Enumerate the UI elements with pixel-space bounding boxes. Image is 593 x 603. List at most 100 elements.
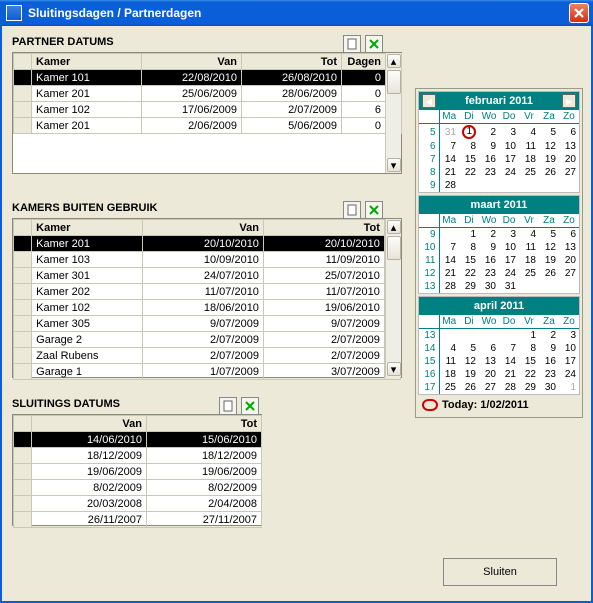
cal-day[interactable]: 15 [459,254,479,267]
cal-day[interactable]: 17 [559,355,579,368]
cal-day[interactable]: 7 [499,342,519,355]
cal-day[interactable]: 3 [499,124,519,141]
cal-day[interactable]: 15 [519,355,539,368]
cal-day[interactable]: 28 [499,381,519,394]
scrollbar[interactable]: ▴▾ [385,219,401,377]
cal-day[interactable]: 9 [539,342,559,355]
cal-day[interactable]: 2 [479,124,499,141]
cal-day[interactable]: 22 [519,368,539,381]
table-row[interactable]: Zaal Rubens2/07/20092/07/2009 [14,348,401,364]
cal-day[interactable]: 24 [559,368,579,381]
table-row[interactable]: Kamer 10217/06/20092/07/20096 [14,102,402,118]
cal-day[interactable]: 11 [439,355,459,368]
cal-prev-button[interactable]: ◂ [422,94,436,108]
table-row[interactable]: Kamer 20125/06/200928/06/20090 [14,86,402,102]
sluit-delete-button[interactable] [241,397,259,415]
table-row[interactable]: Kamer 20120/10/201020/10/2010 [14,236,401,252]
cal-day[interactable]: 2 [479,228,499,242]
cal-day[interactable]: 14 [439,153,459,166]
cal-day[interactable]: 23 [479,166,499,179]
column-header[interactable]: Van [32,416,147,432]
cal-day[interactable]: 27 [559,166,579,179]
column-header[interactable]: Dagen [342,54,386,70]
buiten-grid[interactable]: KamerVanTotKamer 20120/10/201020/10/2010… [12,218,402,378]
cal-day[interactable]: 20 [559,254,579,267]
cal-day[interactable]: 9 [479,241,499,254]
cal-day[interactable]: 15 [459,153,479,166]
sluit-new-button[interactable] [219,397,237,415]
cal-day[interactable]: 8 [459,140,479,153]
cal-day[interactable]: 5 [459,342,479,355]
cal-day[interactable]: 5 [539,228,559,242]
cal-day[interactable]: 31 [499,280,519,293]
table-row[interactable]: Kamer 10122/08/201026/08/20100 [14,70,402,86]
cal-day[interactable]: 27 [559,267,579,280]
cal-day[interactable]: 13 [559,241,579,254]
table-row[interactable]: 19/06/200919/06/2009 [14,464,262,480]
cal-day[interactable]: 9 [479,140,499,153]
cal-day[interactable]: 5 [539,124,559,141]
cal-day[interactable]: 16 [479,254,499,267]
cal-next-button[interactable]: ▸ [562,94,576,108]
table-row[interactable]: Kamer 10310/09/201011/09/2010 [14,252,401,268]
cal-day[interactable]: 24 [499,267,519,280]
cal-day[interactable]: 10 [499,140,519,153]
cal-day[interactable]: 19 [539,254,559,267]
cal-day[interactable]: 4 [519,228,539,242]
cal-day[interactable]: 18 [519,153,539,166]
cal-day[interactable]: 20 [559,153,579,166]
column-header[interactable]: Tot [263,220,384,236]
column-header[interactable]: Van [142,54,242,70]
partner-delete-button[interactable] [365,35,383,53]
column-header[interactable]: Tot [242,54,342,70]
close-button[interactable]: Sluiten [443,558,557,586]
cal-day[interactable]: 14 [439,254,459,267]
cal-day[interactable]: 29 [519,381,539,394]
cal-day[interactable]: 31 [439,124,459,141]
cal-day[interactable]: 2 [539,329,559,343]
cal-day[interactable]: 7 [439,140,459,153]
cal-day[interactable]: 25 [519,166,539,179]
cal-today-bar[interactable]: Today: 1/02/2011 [418,397,580,415]
cal-day[interactable]: 14 [499,355,519,368]
cal-day[interactable]: 11 [519,241,539,254]
cal-day[interactable]: 25 [439,381,459,394]
buiten-delete-button[interactable] [365,201,383,219]
cal-day[interactable]: 3 [499,228,519,242]
cal-day[interactable]: 1 [459,228,479,242]
cal-day[interactable]: 12 [539,140,559,153]
cal-day[interactable]: 13 [479,355,499,368]
cal-day[interactable]: 8 [459,241,479,254]
table-row[interactable]: 26/11/200727/11/2007 [14,512,262,528]
cal-day[interactable]: 10 [559,342,579,355]
cal-day[interactable]: 4 [439,342,459,355]
cal-day[interactable]: 23 [479,267,499,280]
cal-day[interactable]: 6 [559,124,579,141]
cal-day[interactable]: 10 [499,241,519,254]
table-row[interactable]: 8/02/20098/02/2009 [14,480,262,496]
cal-day[interactable]: 27 [479,381,499,394]
cal-day[interactable]: 7 [439,241,459,254]
cal-day[interactable]: 23 [539,368,559,381]
cal-day[interactable]: 22 [459,267,479,280]
buiten-new-button[interactable] [343,201,361,219]
column-header[interactable]: Van [143,220,264,236]
table-row[interactable]: Garage 22/07/20092/07/2009 [14,332,401,348]
table-row[interactable]: 18/12/200918/12/2009 [14,448,262,464]
cal-day[interactable]: 17 [499,153,519,166]
cal-day[interactable]: 28 [439,179,459,192]
cal-day[interactable]: 18 [439,368,459,381]
cal-day[interactable]: 6 [479,342,499,355]
table-row[interactable]: Kamer 30124/07/201025/07/2010 [14,268,401,284]
cal-day[interactable]: 21 [439,267,459,280]
table-row[interactable]: Kamer 20211/07/201011/07/2010 [14,284,401,300]
table-row[interactable]: 20/03/20082/04/2008 [14,496,262,512]
cal-day[interactable]: 4 [519,124,539,141]
sluit-grid[interactable]: VanTot14/06/201015/06/201018/12/200918/1… [12,414,262,526]
column-header[interactable]: Kamer [32,220,143,236]
cal-day[interactable]: 12 [459,355,479,368]
cal-day[interactable]: 19 [539,153,559,166]
cal-day[interactable]: 12 [539,241,559,254]
cal-day[interactable]: 26 [539,166,559,179]
cal-day[interactable]: 29 [459,280,479,293]
